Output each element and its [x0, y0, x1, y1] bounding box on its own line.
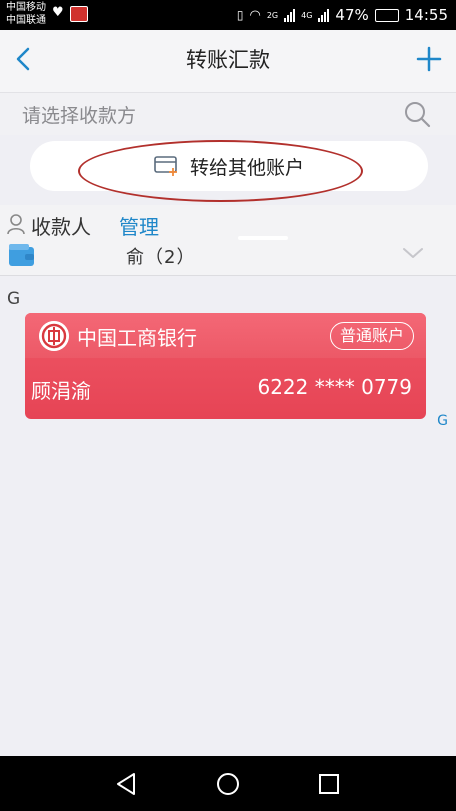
payee-label: 收款人 — [31, 215, 91, 239]
app-notification-icon — [70, 6, 88, 22]
clock: 14:55 — [404, 6, 448, 24]
status-bar: 中国移动 中国联通 ♥ ▯ ◠ 2G 4G 47% 14:55 — [0, 0, 456, 30]
signal-icon-2 — [318, 8, 330, 22]
network-type-2: 4G — [301, 10, 313, 20]
network-type-1: 2G — [266, 10, 279, 20]
nav-back-icon[interactable] — [112, 769, 142, 799]
card-plus-icon — [154, 156, 177, 176]
page-title: 转账汇款 — [186, 48, 270, 72]
add-icon[interactable] — [414, 44, 444, 74]
manage-link[interactable]: 管理 — [119, 211, 159, 240]
account-holder: 顾涓渝 — [31, 379, 91, 403]
carrier-names: 中国移动 中国联通 — [6, 1, 46, 27]
battery-percent: 47% — [335, 6, 369, 24]
health-heart-icon: ♥ — [52, 5, 64, 20]
system-nav-bar — [0, 756, 456, 811]
vibrate-icon: ▯ — [236, 8, 244, 22]
alphabet-index-letter[interactable]: G — [437, 413, 448, 429]
account-number: 6222 **** 0779 — [257, 375, 412, 399]
nav-recents-icon[interactable] — [314, 769, 344, 799]
transfer-other-account-button[interactable]: 转给其他账户 — [30, 141, 428, 191]
icbc-logo-icon — [39, 321, 69, 351]
person-icon — [7, 214, 25, 235]
divider — [0, 275, 456, 276]
search-icon[interactable] — [402, 99, 432, 129]
payee-header: 收款人 管理 俞（2） — [0, 205, 456, 275]
section-letter: G — [7, 289, 21, 309]
notification-icons: ♥ — [52, 6, 88, 22]
battery-icon — [374, 8, 399, 22]
payee-card[interactable]: 中国工商银行 普通账户 顾涓渝 6222 **** 0779 — [25, 313, 426, 419]
payee-group-label[interactable]: 俞（2） — [126, 243, 195, 269]
carrier-2: 中国联通 — [6, 15, 46, 26]
signal-icon — [284, 8, 296, 22]
status-right: ▯ ◠ 2G 4G 47% 14:55 — [237, 6, 448, 24]
title-bar: 转账汇款 — [0, 30, 456, 93]
bank-name: 中国工商银行 — [77, 326, 197, 350]
drag-handle[interactable] — [238, 236, 288, 240]
carrier-1: 中国移动 — [6, 2, 46, 13]
account-type-badge: 普通账户 — [329, 322, 414, 350]
nav-home-icon[interactable] — [213, 769, 243, 799]
card-header: 中国工商银行 普通账户 — [25, 313, 426, 358]
transfer-other-label: 转给其他账户 — [189, 156, 304, 179]
payee-search[interactable]: 请选择收款方 — [0, 93, 456, 135]
wifi-icon: ◠ — [249, 7, 261, 23]
wallet-icon — [9, 244, 34, 266]
chevron-down-icon[interactable] — [402, 243, 424, 263]
search-placeholder: 请选择收款方 — [22, 105, 137, 127]
